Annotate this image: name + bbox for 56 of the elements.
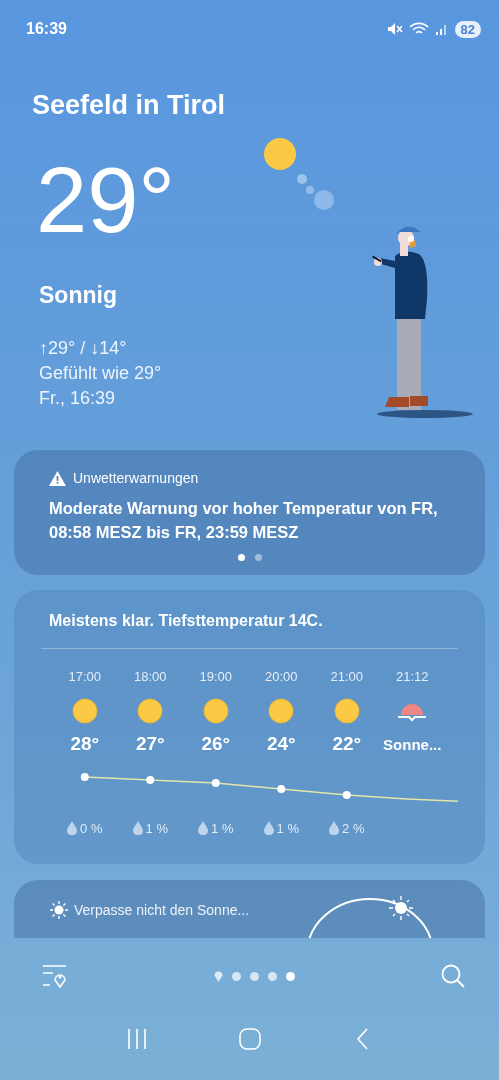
page-dot[interactable] — [285, 971, 295, 981]
mute-icon — [386, 22, 403, 36]
page-dot[interactable] — [237, 554, 245, 561]
raindrop-icon — [329, 821, 340, 835]
sunset-title: Verpasse nicht den Sonne... — [74, 902, 250, 918]
locations-menu-icon[interactable] — [42, 964, 68, 988]
warning-card[interactable]: Unwetterwarnungen Moderate Warnung vor hoher Temperatur von FR, 08:58 MESZ bis FR, 23:59 MESZ — [14, 450, 485, 575]
location-title: Seefeld in Tirol — [32, 90, 226, 121]
rain-chance: 1 % — [211, 820, 234, 836]
battery-level: 82 — [454, 20, 481, 38]
warning-title: Unwetterwarnungen — [73, 470, 199, 486]
updated-time: Fr., 16:39 — [39, 388, 117, 409]
hour-temperature: 27° — [135, 733, 165, 756]
feels-like: Gefühlt wie 29° — [39, 363, 162, 384]
rain-chance: 1 % — [145, 820, 168, 836]
search-icon[interactable] — [440, 963, 466, 989]
hour-temperature: 24° — [266, 733, 296, 756]
hour-temperature: Sonne... — [383, 735, 442, 755]
raindrop-icon — [67, 821, 78, 835]
weather-condition: Sonnig — [39, 282, 117, 309]
hour-temperature: 28° — [70, 733, 100, 756]
hour-temperature: 22° — [332, 733, 362, 756]
sun-icon — [49, 900, 69, 920]
page-dot[interactable] — [249, 971, 259, 981]
hour-time: 19:00 — [199, 669, 232, 686]
warning-text: Moderate Warnung vor hoher Temperatur von FR, 08:58 MESZ bis FR, 23:59 MESZ — [49, 498, 439, 543]
location-pin-icon[interactable] — [213, 970, 223, 982]
hour-time: 18:00 — [133, 669, 167, 686]
page-dot[interactable] — [231, 971, 241, 981]
signal-icon — [434, 22, 449, 36]
current-temperature: 29° — [36, 154, 176, 246]
page-dot[interactable] — [267, 971, 277, 981]
sun-icon — [333, 698, 360, 724]
recent-apps-icon[interactable] — [125, 1028, 148, 1050]
hour-time: 21:12 — [395, 669, 429, 686]
hour-time: 20:00 — [264, 669, 298, 686]
sun-icon — [71, 698, 98, 724]
hour-time: 21:00 — [330, 669, 363, 686]
sun-icon — [268, 698, 295, 724]
sun-icon — [137, 698, 164, 724]
raindrop-icon — [198, 821, 209, 835]
rain-chance: 0 % — [80, 820, 103, 836]
wifi-icon — [408, 22, 429, 36]
sun-icon — [202, 698, 229, 724]
raindrop-icon — [263, 821, 274, 835]
hour-temperature: 26° — [201, 733, 231, 756]
status-time: 16:39 — [26, 20, 67, 38]
temperature-range: ↑29° / ↓14° — [39, 338, 128, 359]
hour-time: 17:00 — [68, 669, 101, 686]
page-dot[interactable] — [254, 554, 262, 561]
warning-icon — [49, 470, 66, 486]
forecast-summary: Meistens klar. Tiefsttemperatur 14C. — [48, 612, 324, 630]
raindrop-icon — [132, 821, 143, 835]
rain-chance: 1 % — [276, 820, 299, 836]
rain-chance: 2 % — [342, 820, 365, 836]
home-icon[interactable] — [238, 1028, 261, 1050]
